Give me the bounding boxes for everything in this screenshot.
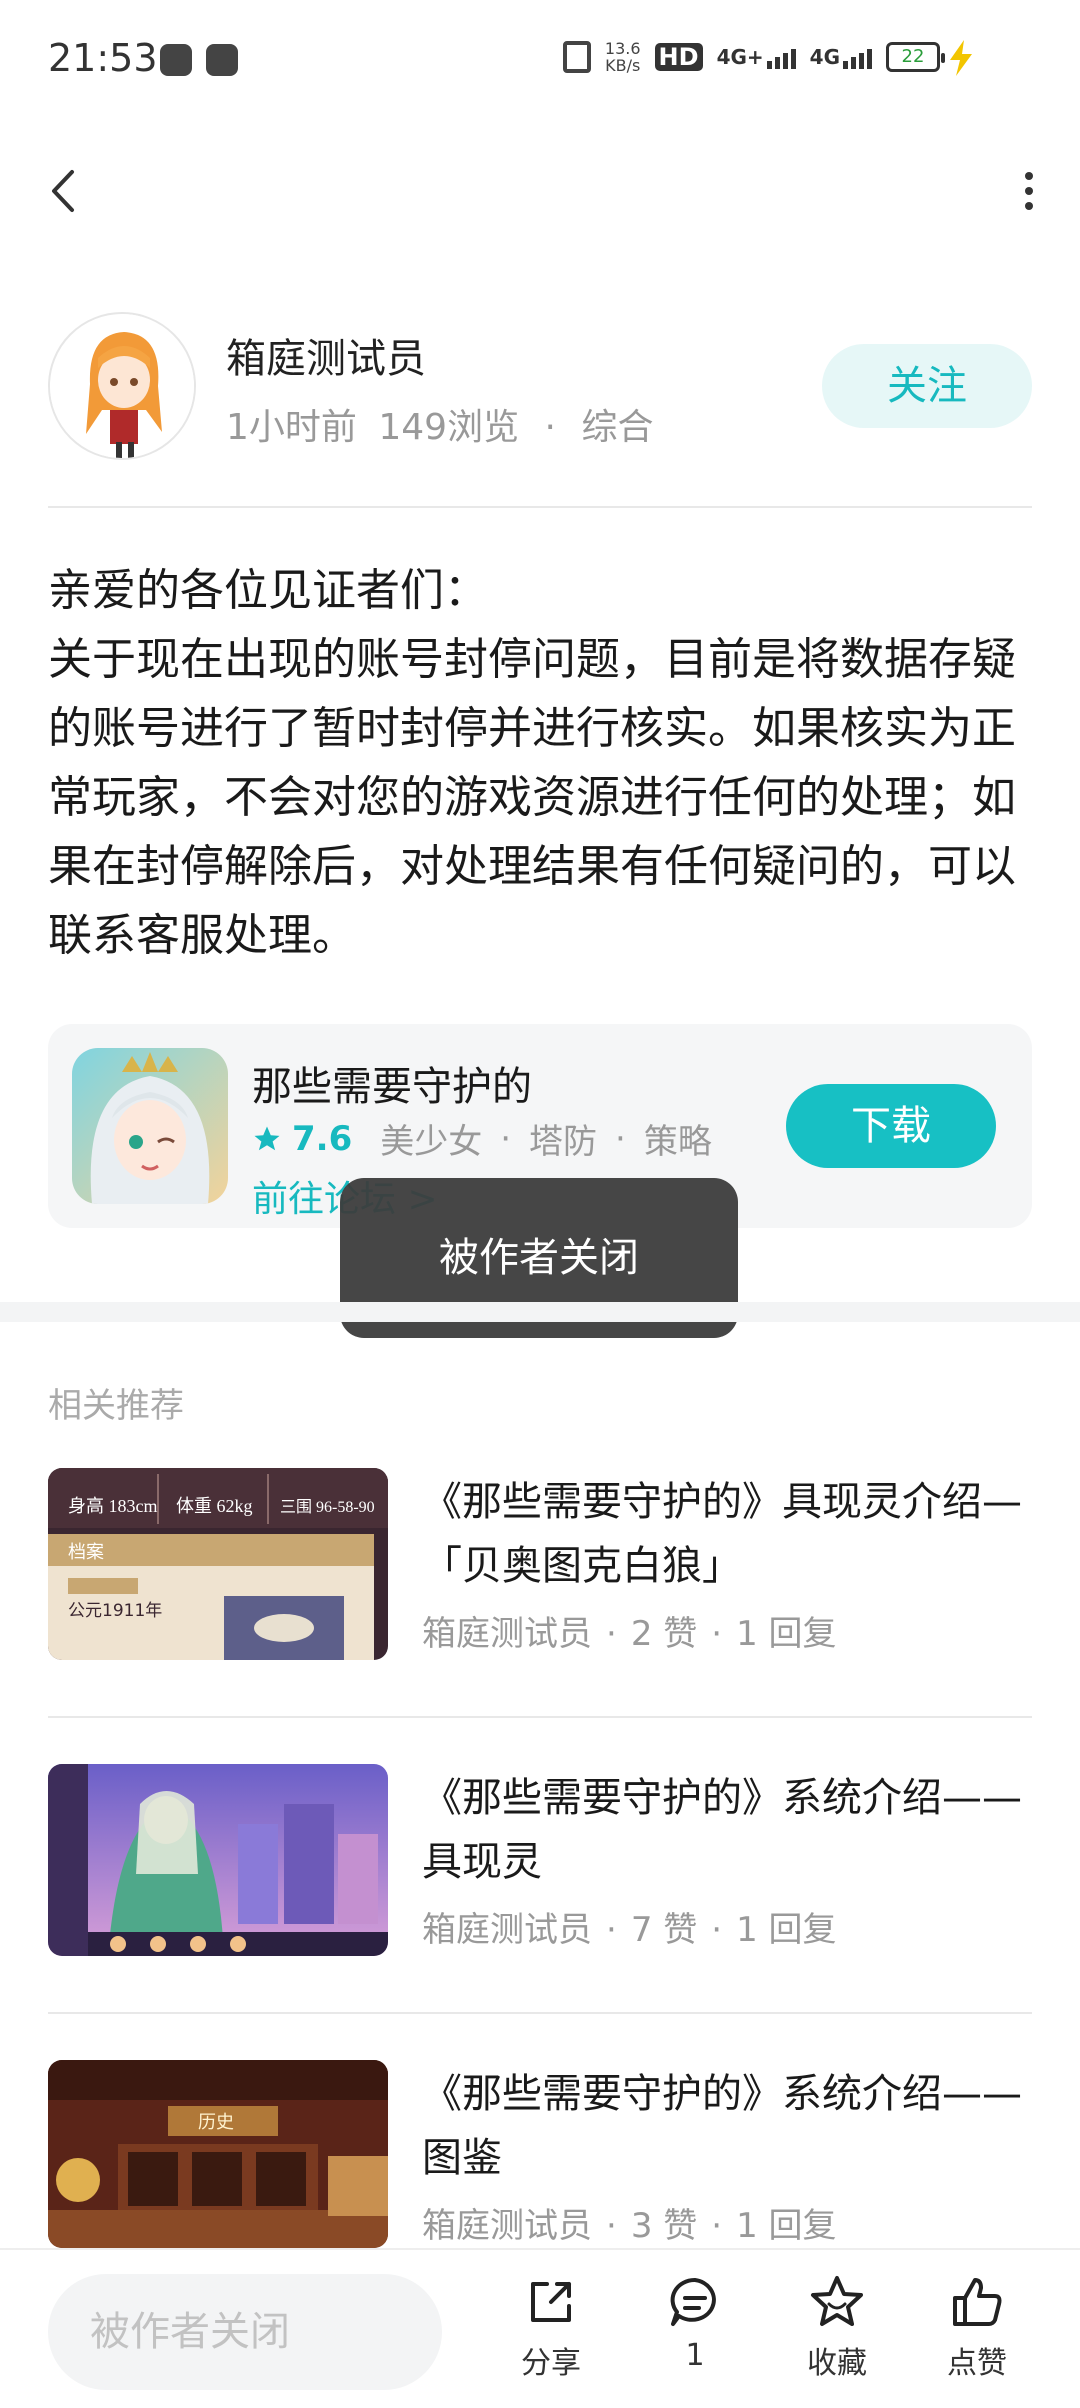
bottom-action-bar: 被作者关闭 分享 1 收藏 点赞 [0, 2248, 1080, 2408]
related-title[interactable]: 《那些需要守护的》系统介绍——图鉴 [422, 2062, 1042, 2190]
related-author: 箱庭测试员 [422, 1614, 592, 1654]
status-indicators: 13.6 KB/s HD 4G+ 4G 22 [562, 39, 945, 75]
related-thumbnail[interactable]: 历史 [48, 2060, 388, 2248]
star-outline-icon [811, 2276, 863, 2326]
library-scene-thumbnail: 历史 [48, 2060, 388, 2248]
more-vertical-icon[interactable] [1014, 166, 1044, 216]
related-section-title: 相关推荐 [48, 1386, 184, 1426]
tag-separator: · [615, 1118, 626, 1159]
author-name[interactable]: 箱庭测试员 [226, 326, 426, 384]
related-author: 箱庭测试员 [422, 1910, 592, 1950]
divider [48, 506, 1032, 508]
post-content: 亲爱的各位见证者们： 关于现在出现的账号封停问题，目前是将数据存疑的账号进行了暂… [48, 565, 1016, 961]
related-meta: 箱庭测试员 · 7 赞 · 1 回复 [422, 1910, 837, 1950]
author-header: 箱庭测试员 1小时前 149浏览 · 综合 关注 [48, 312, 1032, 462]
avatar-illustration [50, 314, 194, 458]
post-time: 1小时前 [226, 407, 357, 448]
share-external-icon [531, 2282, 571, 2322]
collect-button[interactable]: 收藏 [782, 2272, 892, 2382]
game-meta: 7.6 美少女 · 塔防 · 策略 [252, 1114, 712, 1163]
meta-separator: · [544, 407, 556, 448]
related-likes: 3 赞 [630, 2206, 698, 2246]
related-title[interactable]: 《那些需要守护的》具现灵介绍—「贝奥图克白狼」 [422, 1470, 1042, 1598]
svg-text:体重 62kg: 体重 62kg [176, 1496, 253, 1516]
divider [48, 2012, 1032, 2014]
like-label: 点赞 [947, 2346, 1007, 2381]
related-item[interactable]: 《那些需要守护的》系统介绍——具现灵 箱庭测试员 · 7 赞 · 1 回复 [48, 1764, 1032, 1964]
vibrate-icon [562, 41, 591, 73]
svg-text:历史: 历史 [198, 2112, 234, 2133]
signal-sim1-icon: 4G+ [717, 45, 796, 69]
chat-bubble-icon [670, 2277, 716, 2326]
post-category: 综合 [581, 407, 654, 448]
share-label: 分享 [521, 2346, 581, 2381]
related-author: 箱庭测试员 [422, 2206, 592, 2246]
comment-button[interactable]: 1 [640, 2272, 750, 2373]
game-rating: 7.6 [292, 1118, 353, 1159]
app-notification-icon [160, 44, 192, 76]
signal-sim2-icon: 4G [810, 45, 872, 69]
hd-icon: HD [654, 43, 703, 71]
network-speed: 13.6 KB/s [604, 39, 641, 75]
game-icon[interactable] [72, 1048, 228, 1204]
game-tag: 塔防 [529, 1122, 598, 1162]
game-name[interactable]: 那些需要守护的 [252, 1054, 532, 1112]
related-replies: 1 回复 [736, 1910, 837, 1950]
status-bar: 21:53 13.6 KB/s HD 4G+ 4G 22 [0, 0, 1080, 120]
comment-count: 1 [685, 2338, 705, 2373]
divider [48, 1716, 1032, 1718]
related-meta: 箱庭测试员 · 3 赞 · 1 回复 [422, 2206, 837, 2246]
game-tag: 策略 [643, 1122, 712, 1162]
game-scene-thumbnail [48, 1764, 388, 1956]
follow-button[interactable]: 关注 [822, 344, 1032, 428]
related-replies: 1 回复 [736, 2206, 837, 2246]
back-chevron-icon[interactable] [44, 166, 84, 216]
related-item[interactable]: 历史 《那些需要守护的》系统介绍——图鉴 箱庭测试员 · 3 赞 · 1 回复 [48, 2060, 1032, 2260]
related-meta: 箱庭测试员 · 2 赞 · 1 回复 [422, 1614, 837, 1654]
svg-text:身高 183cm: 身高 183cm [68, 1496, 158, 1516]
game-tag: 美少女 [380, 1122, 483, 1162]
related-replies: 1 回复 [736, 1614, 837, 1654]
author-avatar[interactable] [48, 312, 196, 460]
svg-text:档案: 档案 [68, 1542, 104, 1563]
charging-bolt-icon [950, 40, 972, 76]
related-likes: 7 赞 [630, 1910, 698, 1950]
like-button[interactable]: 点赞 [922, 2272, 1032, 2382]
share-button[interactable]: 分享 [496, 2272, 606, 2382]
thumb-up-icon [953, 2278, 1002, 2326]
post-meta: 1小时前 149浏览 · 综合 [226, 398, 653, 450]
download-button[interactable]: 下载 [786, 1084, 996, 1168]
related-likes: 2 赞 [630, 1614, 698, 1654]
related-thumbnail[interactable]: 身高 183cm 体重 62kg 三围 96-58-90 档案 公元1911年 [48, 1468, 388, 1660]
related-thumbnail[interactable] [48, 1764, 388, 1956]
section-gap [0, 1302, 1080, 1322]
profile-card-thumbnail: 身高 183cm 体重 62kg 三围 96-58-90 档案 公元1911年 [48, 1468, 388, 1660]
comment-input[interactable]: 被作者关闭 [48, 2274, 442, 2390]
svg-text:公元1911年: 公元1911年 [68, 1601, 162, 1621]
star-icon [254, 1126, 280, 1150]
collect-label: 收藏 [807, 2346, 867, 2381]
svg-text:三围 96-58-90: 三围 96-58-90 [280, 1498, 375, 1516]
related-title[interactable]: 《那些需要守护的》系统介绍——具现灵 [422, 1766, 1042, 1894]
tag-separator: · [500, 1118, 512, 1159]
post-views: 149浏览 [378, 407, 520, 448]
status-time: 21:53 [48, 36, 158, 80]
game-icon-illustration [72, 1048, 228, 1204]
message-notification-icon [206, 44, 238, 76]
top-nav [0, 150, 1080, 230]
battery-icon: 22 [886, 42, 945, 72]
related-item[interactable]: 身高 183cm 体重 62kg 三围 96-58-90 档案 公元1911年 … [48, 1468, 1032, 1668]
